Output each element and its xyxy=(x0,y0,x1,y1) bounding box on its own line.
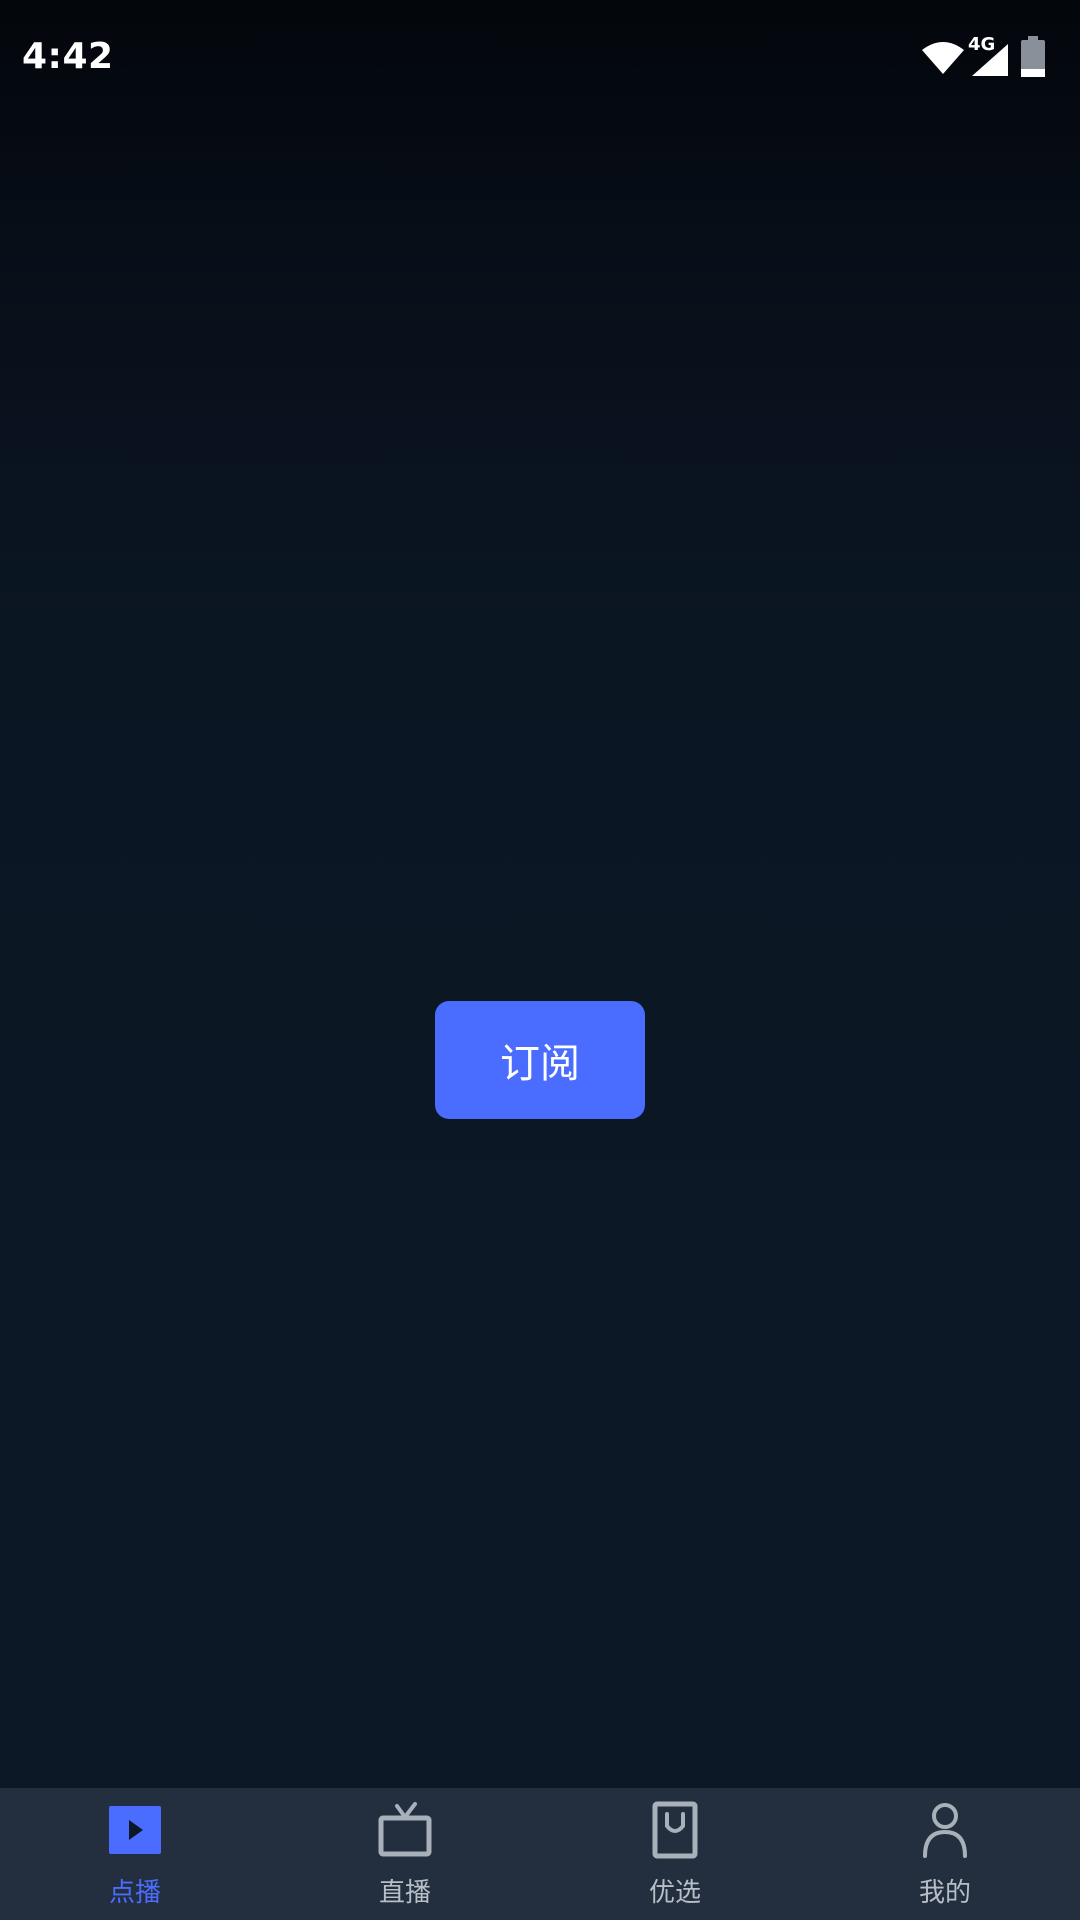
play-icon xyxy=(109,1806,161,1854)
profile-icon xyxy=(923,1803,967,1858)
status-icons: 4G xyxy=(920,34,1060,80)
nav-item-live[interactable]: 直播 xyxy=(270,1788,540,1920)
nav-item-featured[interactable]: 优选 xyxy=(540,1788,810,1920)
nav-label-featured: 优选 xyxy=(648,1878,701,1908)
tv-icon xyxy=(378,1802,432,1857)
battery-icon xyxy=(1021,36,1045,77)
wifi-icon xyxy=(922,42,964,74)
subscribe-button[interactable]: 订阅 xyxy=(435,1001,645,1119)
app-screen: 4:42 4G 订阅 点播 直播 优选 我的 xyxy=(0,0,1080,1920)
shopping-bag-icon xyxy=(652,1801,698,1859)
status-bar: 4:42 4G xyxy=(0,0,1080,120)
nav-label-live: 直播 xyxy=(378,1878,431,1908)
nav-label-vod: 点播 xyxy=(108,1878,161,1908)
bottom-nav: 点播 直播 优选 我的 xyxy=(0,1788,1080,1920)
status-time: 4:42 xyxy=(22,36,114,77)
nav-item-vod[interactable]: 点播 xyxy=(0,1788,270,1920)
cellular-signal-icon xyxy=(972,44,1008,76)
nav-item-mine[interactable]: 我的 xyxy=(810,1788,1080,1920)
nav-label-mine: 我的 xyxy=(918,1878,971,1908)
